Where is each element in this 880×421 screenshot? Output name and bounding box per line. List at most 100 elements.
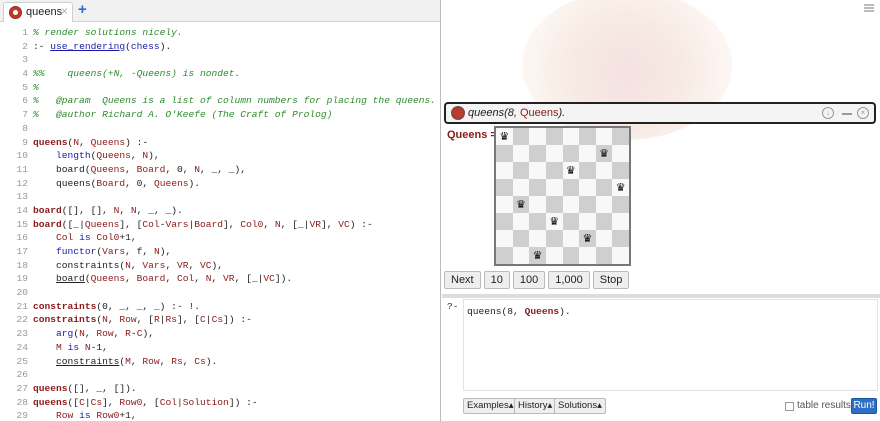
results-pane: queens(8, Queens). ↓ × Queens = ♛ ♛ ♛ ♛ ♛ ♛ ♛ ♛… [442,0,880,421]
board-square [529,145,546,162]
board-square [612,162,629,179]
binding-label: Queens = [447,129,497,141]
board-square [545,162,563,179]
pager-button-stop[interactable]: Stop [592,271,630,289]
query-editor[interactable]: queens(8, Queens). [463,299,878,391]
editor-pane: queens × + 1 % render solutions nicely. 2:… [0,0,441,421]
board-square [562,145,580,162]
code-editor[interactable]: 1 % render solutions nicely. 2 :- use_rende… [0,26,440,421]
line-number: 7 [22,109,28,121]
line-number: 21 [16,300,28,312]
code-text: queens(N, Queens) :- [33,136,149,148]
pager-button-100[interactable]: 100 [512,271,546,289]
code-line: 16 Col is Col0+1, [0,231,440,245]
menu-icon[interactable] [864,4,874,12]
code-text: board(Queens, Board, 0, N, _, _), [33,163,247,175]
board-square [496,213,513,230]
code-text: M is N-1, [56,341,108,353]
board-square [512,179,530,196]
board-square [579,145,596,162]
line-number: 12 [16,177,28,189]
code-text: constraints(N, Row, [R|Rs], [C|Cs]) :- [33,314,252,326]
code-line: 1 % render solutions nicely. [0,26,440,40]
code-line: 23 arg(N, Row, R-C), [0,327,440,341]
board-square [512,128,530,145]
board-square [529,196,546,213]
code-text: Col is Col0+1, [56,232,137,244]
line-number: 22 [16,314,28,326]
line-number: 13 [16,191,28,203]
pager-button-1000[interactable]: 1,000 [548,271,590,289]
code-text: length(Queens, N), [56,150,160,162]
answer-header: queens(8, Queens). ↓ × [444,102,876,124]
answer-query: queens(8, Queens). [468,107,566,119]
board-square: ♛ [579,230,596,247]
board-square [562,230,580,247]
board-square [612,230,629,247]
run-button[interactable]: Run! [851,398,877,414]
line-number: 2 [22,40,28,52]
pager-button-10[interactable]: 10 [483,271,510,289]
code-line: 13 [0,190,440,204]
board-square [496,162,513,179]
queen-icon: ♛ [516,199,526,211]
code-line: 12 queens(Board, 0, Queens). [0,177,440,191]
line-number: 26 [16,369,28,381]
tab-title: queens [26,6,63,18]
code-line: 2 :- use_rendering(chess). [0,40,440,54]
code-line: 14 board([], [], N, N, _, _). [0,204,440,218]
gear-icon[interactable] [451,106,465,120]
code-text: arg(N, Row, R-C), [56,328,154,340]
code-line: 10 length(Queens, N), [0,149,440,163]
board-square [579,247,596,264]
pager-button-next[interactable]: Next [444,271,481,289]
code-text: :- use_rendering(chess). [33,40,172,52]
line-number: 11 [16,163,28,175]
board-square [545,247,563,264]
board-square [595,213,613,230]
code-text: Row is Row0+1, [56,410,137,421]
history-button[interactable]: History▴ [514,398,557,414]
board-square [595,230,613,247]
close-icon[interactable]: × [857,107,869,119]
tab-queens[interactable]: queens × [3,2,73,22]
line-number: 15 [16,218,28,230]
code-text: board([], [], N, N, _, _). [33,204,183,216]
board-square [512,145,530,162]
download-icon[interactable]: ↓ [822,107,834,119]
table-results-checkbox[interactable] [785,402,794,411]
board-square [512,213,530,230]
line-number: 18 [16,259,28,271]
code-line: 9 queens(N, Queens) :- [0,136,440,150]
examples-button[interactable]: Examples▴ [463,398,518,414]
code-line: 25 constraints(M, Row, Rs, Cs). [0,355,440,369]
add-tab-icon[interactable]: + [78,1,87,18]
code-text: % @author Richard A. O'Keefe (The Craft … [33,109,333,121]
code-text: queens([], _, []). [33,382,137,394]
board-square [545,230,563,247]
code-line: 29 Row is Row0+1, [0,409,440,421]
pane-splitter[interactable] [442,294,880,298]
solutions-button[interactable]: Solutions▴ [554,398,606,414]
line-number: 4 [22,68,28,80]
code-line: 6 % @param Queens is a list of column num… [0,94,440,108]
board-square [579,213,596,230]
code-line: 21 constraints(0, _, _, _) :- !. [0,300,440,314]
code-text: % @param Queens is a list of column numb… [33,95,437,107]
code-text: queens([C|Cs], Row0, [Col|Solution]) :- [33,396,258,408]
board-square [529,179,546,196]
board-square: ♛ [562,162,580,179]
line-number: 3 [22,54,28,66]
code-line: 8 [0,122,440,136]
board-square [512,162,530,179]
line-number: 24 [16,341,28,353]
board-square [545,179,563,196]
close-icon[interactable]: × [61,4,68,18]
table-results-label: table results [797,400,851,411]
board-square: ♛ [612,179,629,196]
board-square: ♛ [529,247,546,264]
line-number: 1 [22,27,28,38]
minimize-icon[interactable] [842,113,852,115]
board-square [496,230,513,247]
code-text: constraints(N, Vars, VR, VC), [33,259,224,271]
